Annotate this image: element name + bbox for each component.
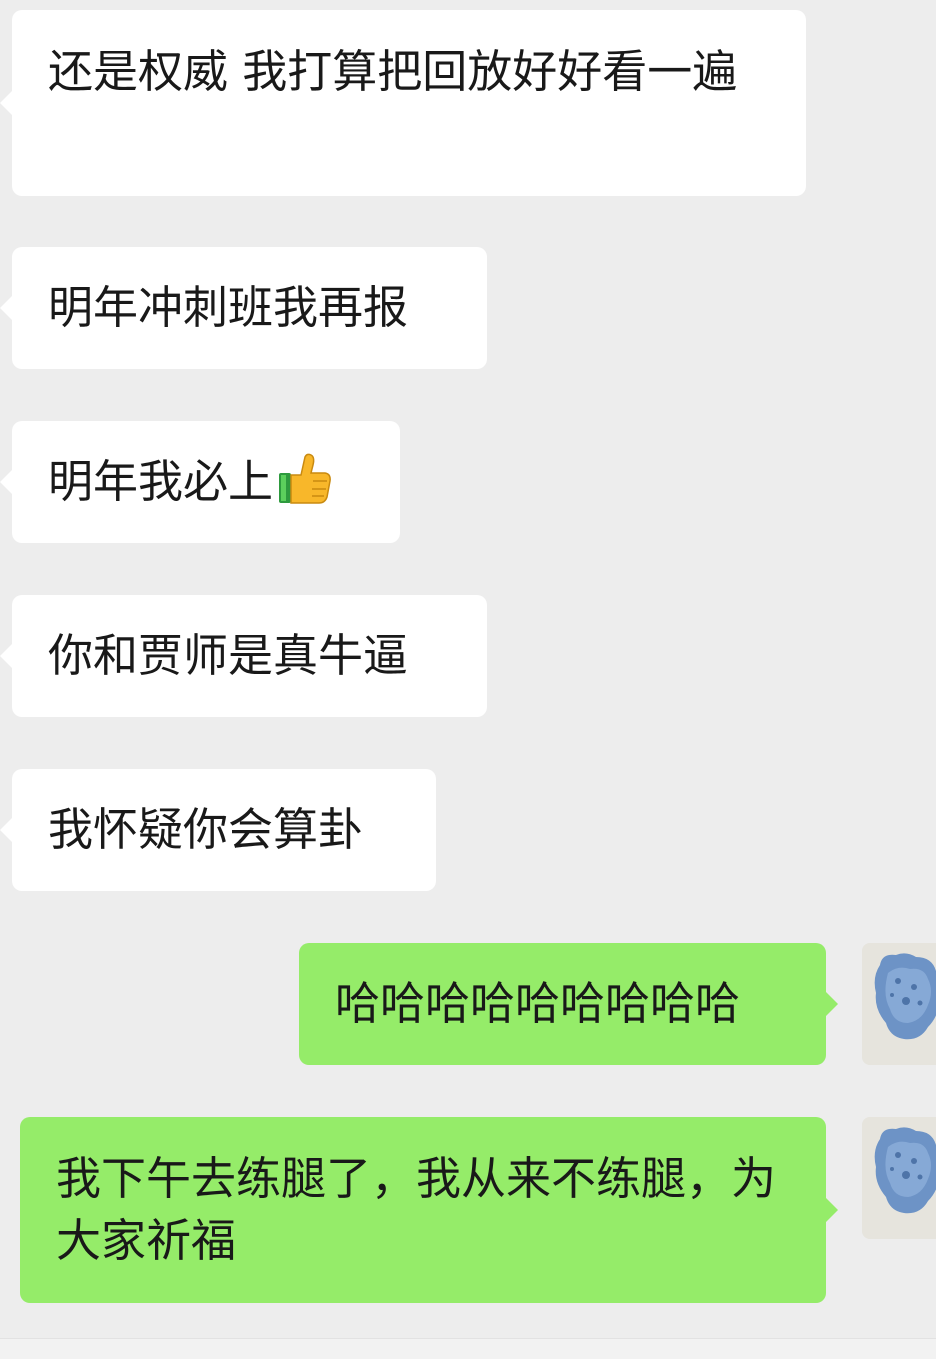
message-text: 哈哈哈哈哈哈哈哈哈 xyxy=(335,977,741,1030)
message-bubble-incoming[interactable]: 你和贾师是真牛逼 xyxy=(0,595,487,717)
user-avatar[interactable] xyxy=(862,1117,936,1239)
message-bubble-incoming[interactable]: 明年我必上 xyxy=(0,421,400,543)
message-text: 我下午去练腿了，我从来不练腿，为大家祈福 xyxy=(56,1152,777,1267)
message-text: 我怀疑你会算卦 xyxy=(48,803,364,856)
avatar-image xyxy=(862,943,936,1065)
bottom-edge xyxy=(0,1338,936,1359)
message-bubble-incoming[interactable]: 我怀疑你会算卦 xyxy=(0,769,436,891)
message-text: 明年我必上 xyxy=(48,455,274,508)
avatar-image xyxy=(862,1117,936,1239)
message-text: 你和贾师是真牛逼 xyxy=(48,629,409,682)
chat-message-list[interactable]: 还是权威 我打算把回放好好看一遍 明年冲刺班我再报 明年我必上 你和贾师是真牛逼… xyxy=(0,0,936,1359)
message-bubble-outgoing[interactable]: 我下午去练腿了，我从来不练腿，为大家祈福 xyxy=(20,1117,838,1303)
message-bubble-incoming[interactable]: 还是权威 我打算把回放好好看一遍 xyxy=(0,10,806,196)
thumbs-up-icon xyxy=(277,451,333,507)
user-avatar[interactable] xyxy=(862,943,936,1065)
message-bubble-outgoing[interactable]: 哈哈哈哈哈哈哈哈哈 xyxy=(299,943,838,1065)
message-text: 还是权威 我打算把回放好好看一遍 xyxy=(48,45,738,98)
message-text: 明年冲刺班我再报 xyxy=(48,281,409,334)
message-bubble-incoming[interactable]: 明年冲刺班我再报 xyxy=(0,247,487,369)
